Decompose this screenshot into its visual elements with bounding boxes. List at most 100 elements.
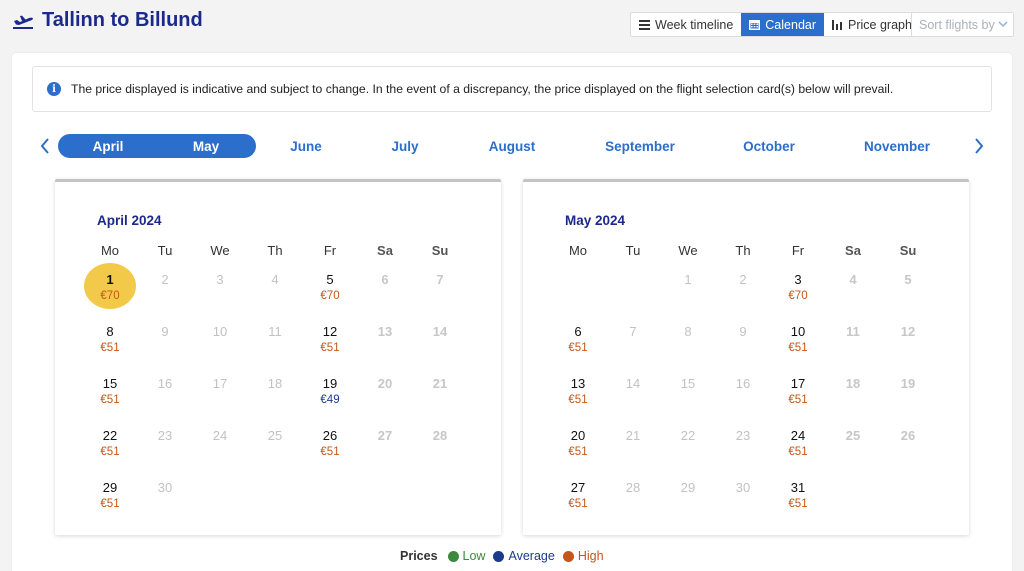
calendar-day[interactable]: 20 €51 — [552, 428, 604, 474]
calendar-day: 4 — [249, 272, 301, 318]
month-tab-october[interactable]: October — [743, 139, 795, 154]
price-legend: Prices Low Average High — [400, 549, 612, 563]
list-icon — [639, 19, 650, 30]
calendar-day[interactable]: 31 €51 — [772, 480, 824, 526]
month-tab-november[interactable]: November — [864, 139, 930, 154]
day-number: 1 — [684, 272, 692, 287]
calendar-day[interactable]: 6 €51 — [552, 324, 604, 370]
calendar-button[interactable]: Calendar — [741, 13, 825, 36]
calendar-day[interactable]: 13 €51 — [552, 376, 604, 422]
calendar-day[interactable]: 29 €51 — [84, 480, 136, 526]
day-number: 3 — [216, 272, 224, 287]
calendar-title: April 2024 — [97, 213, 162, 228]
day-number: 8 — [684, 324, 692, 339]
day-number: 12 — [900, 324, 916, 339]
calendar-day: 29 — [662, 480, 714, 526]
week-timeline-label: Week timeline — [655, 17, 734, 32]
day-number: 22 — [680, 428, 696, 443]
calendar-day: 4 — [827, 272, 879, 318]
calendar-day[interactable]: 27 €51 — [552, 480, 604, 526]
day-number: 24 — [212, 428, 228, 443]
calendar-day: 10 — [194, 324, 246, 370]
calendar-day[interactable]: 8 €51 — [84, 324, 136, 370]
day-number: 16 — [735, 376, 751, 391]
weekday-header: Tu — [625, 243, 641, 258]
weekday-header: Tu — [157, 243, 173, 258]
calendar-day: 18 — [249, 376, 301, 422]
calendar-day: 14 — [414, 324, 466, 370]
calendar-day[interactable]: 26 €51 — [304, 428, 356, 474]
weekday-header: Fr — [323, 243, 337, 258]
month-tab-july[interactable]: July — [391, 139, 418, 154]
day-number: 11 — [268, 324, 282, 339]
day-price: €51 — [320, 342, 340, 354]
day-number: 10 — [212, 324, 228, 339]
calendar-day[interactable]: 19 €49 — [304, 376, 356, 422]
day-number: 20 — [570, 428, 586, 443]
day-price: €51 — [100, 394, 120, 406]
day-price: €51 — [100, 342, 120, 354]
calendar-day[interactable]: 24 €51 — [772, 428, 824, 474]
day-number: 28 — [432, 428, 448, 443]
calendar-day: 28 — [607, 480, 659, 526]
month-tab-august[interactable]: August — [489, 139, 536, 154]
weekday-header: Sa — [845, 243, 861, 258]
week-timeline-button[interactable]: Week timeline — [631, 13, 741, 36]
month-tab-april[interactable]: April — [93, 139, 124, 154]
day-number: 25 — [267, 428, 283, 443]
day-price: €51 — [788, 342, 808, 354]
day-number: 7 — [629, 324, 637, 339]
legend-dot — [493, 550, 505, 562]
day-number: 30 — [735, 480, 751, 495]
page-title: Tallinn to Billund — [42, 9, 203, 31]
legend-dot — [447, 550, 459, 562]
calendar-day[interactable]: 10 €51 — [772, 324, 824, 370]
calendar-day: 16 — [139, 376, 191, 422]
calendar-day[interactable]: 5 €70 — [304, 272, 356, 318]
day-number: 2 — [161, 272, 169, 287]
day-number: 21 — [432, 376, 448, 391]
view-toggle: Week timeline Calendar Price graph — [630, 12, 921, 37]
day-number: 7 — [436, 272, 444, 287]
calendar-day: 24 — [194, 428, 246, 474]
month-tab-june[interactable]: June — [290, 139, 322, 154]
chevron-right-icon[interactable] — [972, 137, 986, 155]
day-number: 22 — [102, 428, 118, 443]
chevron-left-icon[interactable] — [38, 137, 52, 155]
day-number: 6 — [381, 272, 389, 287]
month-tab-may[interactable]: May — [193, 139, 219, 154]
calendar-day[interactable]: 15 €51 — [84, 376, 136, 422]
calendar-day: 11 — [249, 324, 301, 370]
weekday-header: Th — [735, 243, 751, 258]
calendar-day[interactable]: 17 €51 — [772, 376, 824, 422]
calendar-day[interactable]: 12 €51 — [304, 324, 356, 370]
day-number: 17 — [212, 376, 228, 391]
day-number: 30 — [157, 480, 173, 495]
sort-dropdown[interactable]: Sort flights by — [911, 12, 1014, 37]
month-tab-september[interactable]: September — [605, 139, 675, 154]
calendar-day: 30 — [139, 480, 191, 526]
legend-item-label: Average — [508, 549, 555, 563]
day-number: 8 — [106, 324, 114, 339]
calendar-day[interactable]: 22 €51 — [84, 428, 136, 474]
calendar-panel: i The price displayed is indicative and … — [12, 53, 1012, 571]
sort-placeholder: Sort flights by — [919, 17, 995, 32]
price-graph-button[interactable]: Price graph — [824, 13, 920, 36]
legend-item-high: High — [562, 549, 604, 563]
day-number: 18 — [267, 376, 283, 391]
calendar-day: 6 — [359, 272, 411, 318]
day-price: €51 — [100, 446, 120, 458]
calendar-day[interactable]: 3 €70 — [772, 272, 824, 318]
day-number: 15 — [102, 376, 118, 391]
calendar-day: 18 — [827, 376, 879, 422]
legend-item-label: High — [577, 549, 604, 563]
calendar-day: 30 — [717, 480, 769, 526]
weekday-header: We — [210, 243, 230, 258]
calendar-day: 15 — [662, 376, 714, 422]
month-selector: April May June July August September October No… — [12, 133, 1012, 159]
calendar-day[interactable]: 1 €70 — [84, 263, 136, 318]
day-number: 21 — [625, 428, 641, 443]
calendar-day: 2 — [139, 272, 191, 318]
notice-text: The price displayed is indicative and su… — [71, 82, 894, 96]
day-number: 20 — [377, 376, 393, 391]
